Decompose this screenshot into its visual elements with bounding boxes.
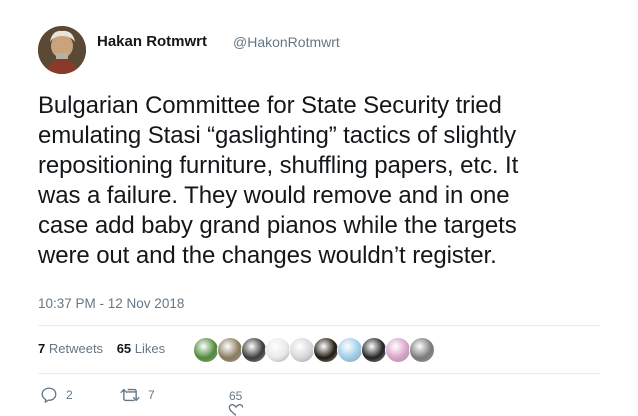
liker-avatar-7[interactable] [337,337,363,363]
liker-avatar-2[interactable] [217,337,243,363]
retweet-icon [120,388,140,402]
retweets-count: 7 [38,341,46,356]
divider [38,373,600,374]
author-handle[interactable]: @HakonRotmwrt [233,34,340,50]
tweet-card: Hakan Rotmwrt @HakonRotmwrt Bulgarian Co… [0,0,638,416]
liker-avatar-5[interactable] [289,337,315,363]
reply-button[interactable]: 2 [40,386,73,404]
heart-icon[interactable] [228,404,244,416]
tweet-text-line: Bulgarian Committee for State Security t… [38,92,502,119]
liker-avatar-9[interactable] [385,337,411,363]
liker-avatar-1[interactable] [193,337,219,363]
tweet-timestamp[interactable]: 10:37 PM - 12 Nov 2018 [38,296,184,311]
liker-avatar-4[interactable] [265,337,291,363]
tweet-actions: 2 7 [38,386,598,406]
reply-icon [41,387,57,403]
divider [38,325,600,326]
retweets-label: Retweets [48,341,104,356]
tweet-text-line: repositioning furniture, shuffling paper… [38,152,519,179]
likes-stat[interactable]: 65 Likes [117,341,165,356]
author-avatar[interactable] [38,26,86,74]
liker-avatar-3[interactable] [241,337,267,363]
liker-avatar-10[interactable] [409,337,435,363]
reply-count: 2 [66,388,73,402]
tweet-text-line: was a failure. They would remove and in … [38,182,510,209]
tweet-stats: 7 Retweets 65 Likes [38,341,175,356]
likes-count: 65 [116,341,132,356]
liker-avatar-8[interactable] [361,337,387,363]
retweet-count: 7 [148,388,155,402]
retweets-stat[interactable]: 7 Retweets [38,341,103,356]
liker-avatar-6[interactable] [313,337,339,363]
tweet-text-line: emulating Stasi “gaslighting” tactics of… [38,122,516,149]
like-count: 65 [229,389,243,403]
author-name[interactable]: Hakan Rotmwrt [97,33,207,50]
tweet-text-line: were out and the changes wouldn’t regist… [38,242,497,269]
tweet-text: Bulgarian Committee for State Security t… [38,91,613,271]
tweet-text-line: case add baby grand pianos while the tar… [38,212,517,239]
retweet-button[interactable]: 7 [120,386,155,404]
likes-label: Likes [134,341,166,356]
